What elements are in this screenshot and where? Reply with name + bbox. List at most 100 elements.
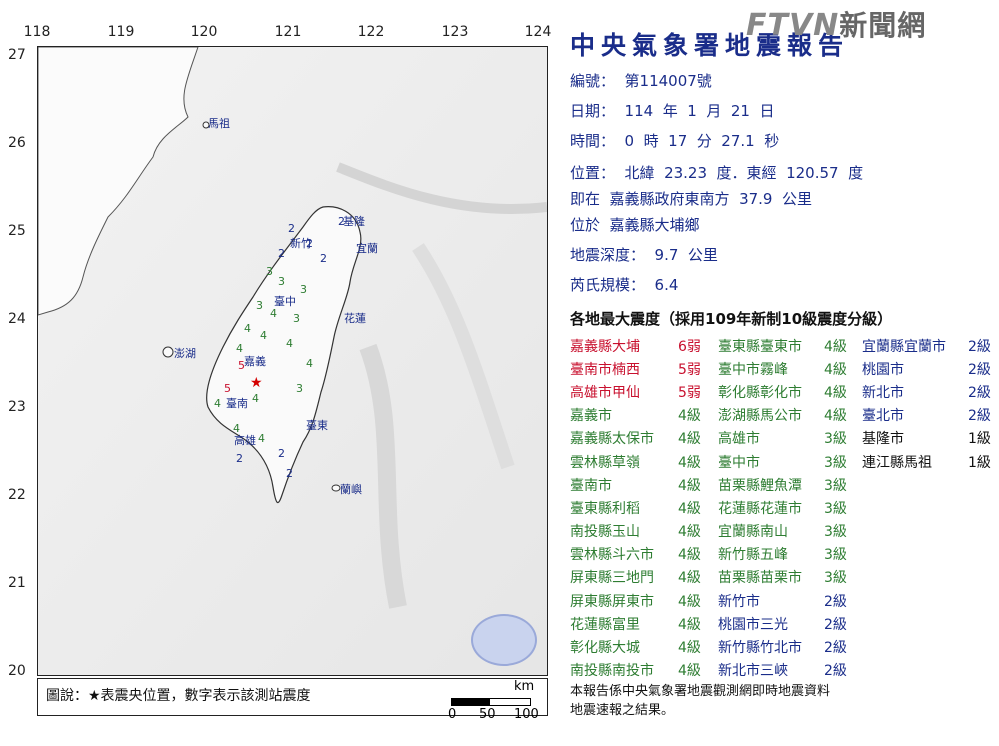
svg-text:3: 3 — [293, 312, 300, 325]
station-row: 苗栗縣鯉魚潭 3級 — [718, 473, 860, 496]
label-matsu: 馬祖 — [208, 116, 230, 130]
info-position: 位置： 北緯 23.23 度．東經 120.57 度 — [570, 164, 864, 182]
map-canvas: 2 2 2 2 2 3 3 3 3 4 3 4 4 4 4 5 5 4 4 4 … — [38, 47, 547, 675]
station-row: 雲林縣斗六市 4級 — [570, 543, 716, 566]
footer-line: 地震速報之結果。 — [570, 703, 675, 718]
station-row: 苗栗縣苗栗市 3級 — [718, 566, 860, 589]
lat-tick: 25 — [8, 223, 26, 239]
svg-text:4: 4 — [236, 342, 243, 355]
station-row: 嘉義市 4級 — [570, 404, 716, 427]
svg-text:2: 2 — [288, 222, 295, 235]
station-row: 臺南市 4級 — [570, 473, 716, 496]
station-name: 宜蘭縣南山 — [718, 524, 788, 541]
scale-unit: km — [514, 679, 535, 694]
station-row: 新竹縣五峰 3級 — [718, 543, 860, 566]
station-level: 3級 — [824, 524, 847, 541]
earthquake-map: 2 2 2 2 2 3 3 3 3 4 3 4 4 4 4 5 5 4 4 4 … — [37, 46, 548, 676]
label-keelung: 基隆 — [343, 214, 365, 228]
station-level: 3級 — [824, 454, 847, 471]
station-row: 澎湖縣馬公市 4級 — [718, 404, 860, 427]
station-name: 屏東縣屏東市 — [570, 593, 654, 610]
station-name: 嘉義市 — [570, 408, 612, 425]
station-name: 新竹縣五峰 — [718, 547, 788, 564]
label-penghu: 澎湖 — [174, 347, 196, 360]
station-level: 2級 — [824, 663, 847, 680]
lat-tick: 21 — [8, 575, 26, 591]
lat-tick: 27 — [8, 47, 26, 63]
lat-tick: 20 — [8, 663, 26, 679]
station-row: 雲林縣草嶺 4級 — [570, 450, 716, 473]
station-level: 2級 — [824, 616, 847, 633]
station-row: 臺東縣利稻 4級 — [570, 496, 716, 519]
station-name: 連江縣馬祖 — [862, 454, 932, 471]
epicenter-star: ★ — [250, 375, 263, 391]
station-table-2: 臺東縣臺東市 4級 臺中市霧峰 4級 彰化縣彰化市 4級 澎湖縣馬公市 4級 高雄市 3級 臺中市 3… — [718, 334, 860, 682]
station-name: 澎湖縣馬公市 — [718, 408, 802, 425]
station-level: 4級 — [678, 663, 701, 680]
station-level: 4級 — [678, 524, 701, 541]
station-name: 嘉義縣太保市 — [570, 431, 654, 448]
label-hualien: 花蓮 — [344, 311, 366, 325]
station-table-3: 宜蘭縣宜蘭市 2級 桃園市 2級 新北市 2級 臺北市 2級 基隆市 1級 連江縣馬祖 1級 — [862, 334, 998, 473]
svg-text:4: 4 — [258, 432, 265, 445]
station-level: 3級 — [824, 431, 847, 448]
station-name: 基隆市 — [862, 431, 904, 448]
station-level: 4級 — [678, 616, 701, 633]
station-row: 宜蘭縣宜蘭市 2級 — [862, 334, 998, 357]
station-level: 1級 — [968, 454, 991, 471]
label-taitung: 臺東 — [306, 418, 328, 432]
station-level: 2級 — [968, 361, 991, 378]
station-level: 1級 — [968, 431, 991, 448]
label-tainan: 臺南 — [226, 396, 248, 410]
station-level: 4級 — [678, 408, 701, 425]
station-name: 宜蘭縣宜蘭市 — [862, 338, 946, 355]
station-level: 3級 — [824, 570, 847, 587]
svg-text:3: 3 — [296, 382, 303, 395]
scale-label: 0 — [448, 707, 457, 722]
svg-text:2: 2 — [236, 452, 243, 465]
svg-text:3: 3 — [266, 265, 273, 278]
station-row: 臺東縣臺東市 4級 — [718, 334, 860, 357]
station-row: 新北市 2級 — [862, 380, 998, 403]
station-name: 雲林縣草嶺 — [570, 454, 640, 471]
station-name: 花蓮縣富里 — [570, 616, 640, 633]
station-name: 臺北市 — [862, 408, 904, 425]
station-name: 南投縣玉山 — [570, 524, 640, 541]
svg-text:2: 2 — [278, 447, 285, 460]
label-hsinchu: 新竹 — [290, 236, 312, 250]
lanyu-island — [331, 484, 341, 492]
station-level: 3級 — [824, 477, 847, 494]
penghu-island — [162, 346, 174, 358]
station-name: 桃園市 — [862, 361, 904, 378]
station-row: 彰化縣大城 4級 — [570, 635, 716, 658]
lat-tick: 22 — [8, 487, 26, 503]
station-name: 新北市 — [862, 384, 904, 401]
lon-tick: 120 — [190, 24, 218, 40]
info-depth: 地震深度： 9.7 公里 — [570, 246, 718, 264]
station-row: 嘉義縣大埔 6弱 — [570, 334, 716, 357]
svg-text:4: 4 — [252, 392, 259, 405]
svg-text:4: 4 — [214, 397, 221, 410]
station-row: 臺中市 3級 — [718, 450, 860, 473]
station-row: 彰化縣彰化市 4級 — [718, 380, 860, 403]
report-footer: 本報告係中央氣象署地震觀測網即時地震資料 地震速報之結果。 — [570, 682, 830, 720]
station-table-1: 嘉義縣大埔 6弱 臺南市楠西 5弱 高雄市甲仙 5弱 嘉義市 4級 嘉義縣太保市 4級 雲林縣草嶺 4… — [570, 334, 716, 682]
station-level: 4級 — [678, 570, 701, 587]
station-level: 2級 — [824, 593, 847, 610]
station-level: 4級 — [678, 477, 701, 494]
info-relative: 即在 嘉義縣政府東南方 37.9 公里 — [570, 190, 813, 208]
station-name: 新北市三峽 — [718, 663, 788, 680]
station-name: 高雄市甲仙 — [570, 384, 640, 401]
station-level: 4級 — [678, 640, 701, 657]
info-magnitude: 芮氏規模： 6.4 — [570, 276, 679, 294]
station-name: 臺南市楠西 — [570, 361, 640, 378]
station-level: 2級 — [968, 384, 991, 401]
station-row: 連江縣馬祖 1級 — [862, 450, 998, 473]
svg-text:2: 2 — [278, 247, 285, 260]
station-name: 臺中市 — [718, 454, 760, 471]
station-row: 新竹縣竹北市 2級 — [718, 635, 860, 658]
svg-text:4: 4 — [260, 329, 267, 342]
station-level: 5弱 — [678, 361, 701, 378]
svg-text:2: 2 — [286, 467, 293, 480]
station-name: 新竹市 — [718, 593, 760, 610]
